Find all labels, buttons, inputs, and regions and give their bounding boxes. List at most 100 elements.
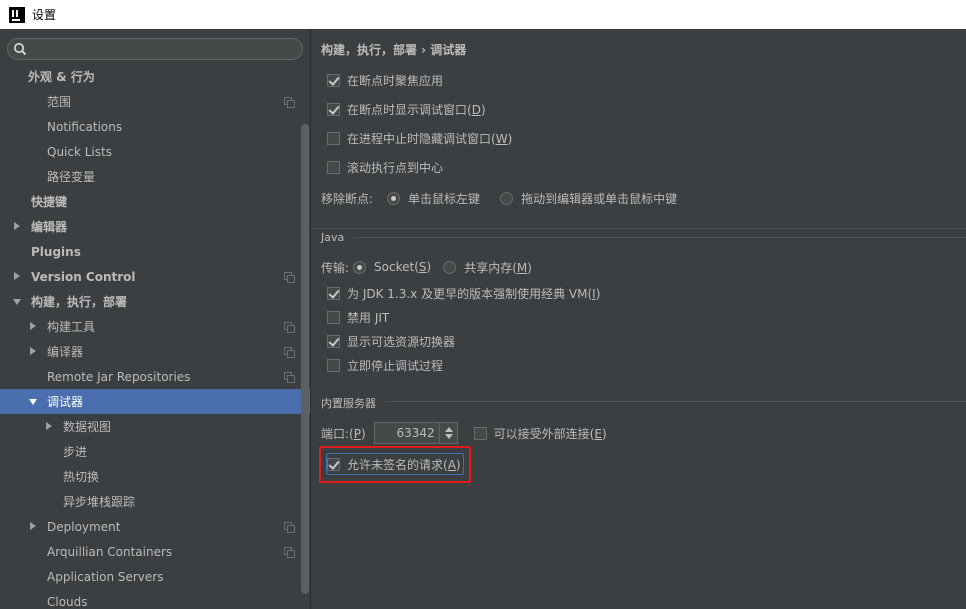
chevron-down-icon[interactable] bbox=[13, 299, 21, 305]
sidebar-item[interactable]: 外观 & 行为 bbox=[0, 64, 300, 89]
external-connections-label: 可以接受外部连接(E) bbox=[493, 426, 607, 441]
settings-tree: 外观 & 行为范围 Notifications Quick Lists 路径变量快捷键… bbox=[0, 64, 310, 609]
sidebar-item[interactable]: 编译器 bbox=[0, 339, 300, 364]
spinner-up-icon[interactable] bbox=[444, 427, 453, 432]
classic-vm-label: 为 JDK 1.3.x 及更早的版本强制使用经典 VM(I) bbox=[347, 286, 601, 301]
sidebar-item-label: 构建工具 bbox=[47, 320, 96, 334]
focus-app-label: 在断点时聚焦应用 bbox=[347, 73, 444, 88]
remove-breakpoint-label: 移除断点: bbox=[321, 191, 374, 206]
port-spinner[interactable]: 63342 bbox=[373, 422, 458, 444]
sidebar-item-label: 热切换 bbox=[63, 470, 100, 484]
sidebar-item-label: Arquillian Containers bbox=[47, 544, 173, 559]
sidebar-item[interactable]: 数据视图 bbox=[0, 414, 300, 439]
left-click-label[interactable]: 单击鼠标左键 bbox=[408, 190, 480, 207]
chevron-right-icon[interactable] bbox=[30, 347, 36, 355]
shared-memory-label[interactable]: 共享内存(M) bbox=[464, 259, 532, 276]
window-title: 设置 bbox=[32, 8, 57, 22]
drag-middle-click-label[interactable]: 拖动到编辑器或单击鼠标中键 bbox=[521, 190, 677, 207]
disable-jit-label: 禁用 JIT bbox=[347, 310, 390, 325]
sidebar-item[interactable]: Quick Lists bbox=[0, 139, 300, 164]
alt-source-switcher-checkbox[interactable] bbox=[327, 334, 340, 348]
chevron-right-icon[interactable] bbox=[14, 222, 20, 230]
sidebar-item[interactable]: Clouds bbox=[0, 589, 300, 609]
sidebar-item[interactable]: Application Servers bbox=[0, 564, 300, 589]
chevron-right-icon[interactable] bbox=[46, 422, 52, 430]
sidebar-scrollbar[interactable] bbox=[301, 124, 309, 594]
java-section-line bbox=[353, 237, 966, 238]
sidebar-item[interactable]: 构建，执行，部署 bbox=[0, 289, 300, 314]
chevron-right-icon[interactable] bbox=[14, 272, 20, 280]
sidebar-item[interactable]: Deployment bbox=[0, 514, 300, 539]
transport-row: 传输: Socket(S) 共享内存(M) bbox=[321, 258, 532, 276]
project-level-icon bbox=[284, 522, 295, 533]
sidebar-item[interactable]: 调试器 bbox=[0, 389, 310, 414]
sidebar-item[interactable]: 编辑器 bbox=[0, 214, 300, 239]
sidebar-item[interactable]: 构建工具 bbox=[0, 314, 300, 339]
sidebar-item[interactable]: Arquillian Containers bbox=[0, 539, 300, 564]
unsigned-requests-checkbox[interactable] bbox=[327, 457, 340, 471]
hide-debug-window-checkbox[interactable] bbox=[327, 131, 340, 145]
sidebar-item[interactable]: 热切换 bbox=[0, 464, 300, 489]
kill-process-label: 立即停止调试过程 bbox=[347, 358, 444, 373]
project-level-icon bbox=[284, 322, 295, 333]
socket-label[interactable]: Socket(S) bbox=[374, 260, 431, 274]
search-input[interactable] bbox=[30, 41, 298, 57]
builtin-server-section-title: 内置服务器 bbox=[321, 397, 376, 410]
sidebar-item-label: Plugins bbox=[31, 244, 81, 259]
sidebar-item-label: 调试器 bbox=[47, 395, 84, 409]
chevron-down-icon[interactable] bbox=[29, 399, 37, 405]
focus-app-checkbox[interactable] bbox=[327, 73, 340, 87]
show-debug-window-row[interactable]: 在断点时显示调试窗口(D) bbox=[327, 100, 486, 118]
hide-debug-window-row[interactable]: 在进程中止时隐藏调试窗口(W) bbox=[327, 129, 512, 147]
sidebar-item[interactable]: 步进 bbox=[0, 439, 300, 464]
sidebar-item-label: 范围 bbox=[47, 95, 72, 109]
sidebar-item-label: 快捷键 bbox=[31, 195, 68, 209]
shared-memory-radio[interactable] bbox=[443, 260, 457, 274]
classic-vm-row[interactable]: 为 JDK 1.3.x 及更早的版本强制使用经典 VM(I) bbox=[327, 284, 600, 302]
scroll-to-center-label: 滚动执行点到中心 bbox=[347, 160, 444, 175]
chevron-right-icon[interactable] bbox=[30, 522, 36, 530]
scroll-to-center-checkbox[interactable] bbox=[327, 160, 340, 174]
search-icon bbox=[13, 42, 27, 56]
sidebar-item[interactable]: 路径变量 bbox=[0, 164, 300, 189]
kill-process-row[interactable]: 立即停止调试过程 bbox=[327, 356, 443, 374]
socket-radio[interactable] bbox=[353, 260, 367, 274]
sidebar-item-label: Version Control bbox=[31, 269, 136, 284]
sidebar-item-label: 数据视图 bbox=[63, 420, 112, 434]
port-label: 端口:(P) bbox=[321, 426, 366, 441]
sidebar-item[interactable]: Remote Jar Repositories bbox=[0, 364, 300, 389]
external-connections-checkbox[interactable] bbox=[473, 426, 487, 440]
transport-label: 传输: bbox=[321, 260, 350, 275]
sidebar-item[interactable]: 快捷键 bbox=[0, 189, 300, 214]
chevron-right-icon[interactable] bbox=[30, 322, 36, 330]
sidebar-item[interactable]: 范围 bbox=[0, 89, 300, 114]
spinner-down-icon[interactable] bbox=[444, 434, 453, 439]
disable-jit-checkbox[interactable] bbox=[327, 310, 340, 324]
left-click-radio[interactable] bbox=[387, 191, 401, 205]
unsigned-requests-row[interactable]: 允许未签名的请求(A) bbox=[327, 455, 461, 473]
sidebar-item-label: Application Servers bbox=[47, 569, 164, 584]
classic-vm-checkbox[interactable] bbox=[327, 286, 340, 300]
sidebar-item[interactable]: Notifications bbox=[0, 114, 300, 139]
sidebar-item[interactable]: 异步堆栈跟踪 bbox=[0, 489, 300, 514]
show-debug-window-checkbox[interactable] bbox=[327, 102, 340, 116]
search-box[interactable] bbox=[7, 38, 303, 60]
scroll-to-center-row[interactable]: 滚动执行点到中心 bbox=[327, 158, 443, 176]
title-bar: 设置 bbox=[0, 0, 966, 29]
focus-app-on-breakpoint-row[interactable]: 在断点时聚焦应用 bbox=[327, 71, 443, 89]
sidebar-item-label: 构建，执行，部署 bbox=[31, 295, 128, 309]
sidebar-item[interactable]: Version Control bbox=[0, 264, 300, 289]
kill-process-checkbox[interactable] bbox=[327, 358, 340, 372]
alt-source-switcher-row[interactable]: 显示可选资源切换器 bbox=[327, 332, 455, 350]
builtin-server-section-line bbox=[385, 401, 966, 402]
sidebar-item-label: 异步堆栈跟踪 bbox=[63, 495, 136, 509]
sidebar-item[interactable]: Plugins bbox=[0, 239, 300, 264]
project-level-icon bbox=[284, 547, 295, 558]
section-divider bbox=[311, 228, 966, 229]
disable-jit-row[interactable]: 禁用 JIT bbox=[327, 308, 389, 326]
breadcrumb: 构建，执行，部署 › 调试器 bbox=[321, 43, 467, 57]
port-spinner-buttons[interactable] bbox=[438, 423, 457, 443]
port-value[interactable]: 63342 bbox=[396, 426, 434, 440]
drag-middle-click-radio[interactable] bbox=[500, 191, 514, 205]
sidebar-item-label: Deployment bbox=[47, 519, 121, 534]
